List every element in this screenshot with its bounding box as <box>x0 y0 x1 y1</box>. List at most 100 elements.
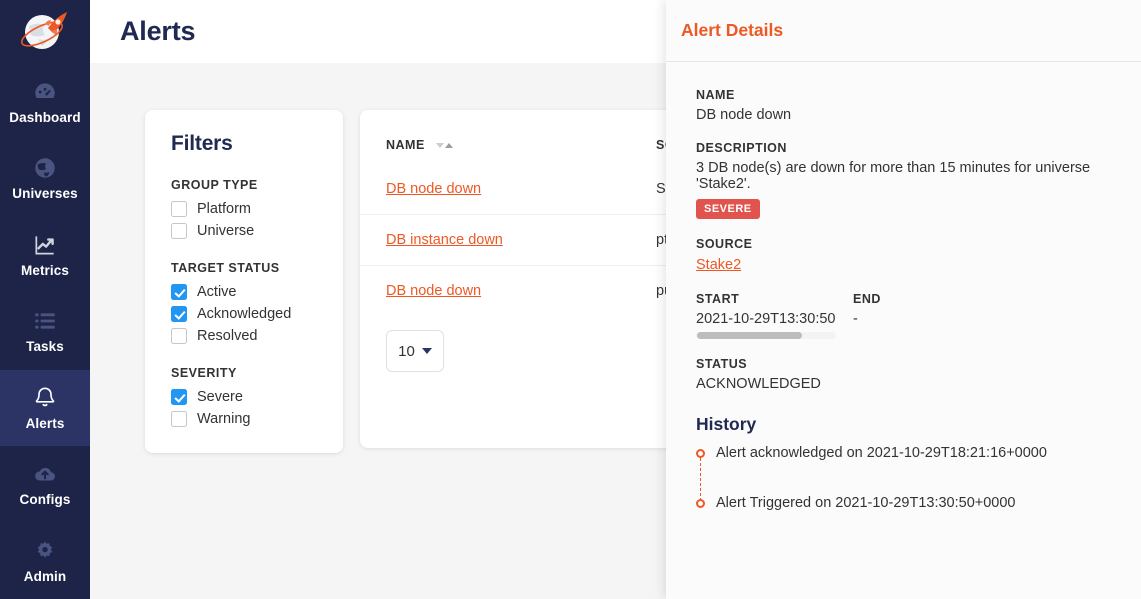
detail-field-source: SOURCE Stake2 <box>696 237 1111 274</box>
gear-icon <box>32 538 58 564</box>
table-cell-name: DB instance down <box>360 215 630 266</box>
filters-panel: Filters GROUP TYPE Platform Universe TAR… <box>145 110 343 453</box>
scrollbar-thumb[interactable] <box>697 332 802 339</box>
checkbox-checked-icon[interactable] <box>171 306 187 322</box>
sidebar: Dashboard Universes Metrics <box>0 0 90 599</box>
history-timeline: Alert acknowledged on 2021-10-29T18:21:1… <box>696 445 1111 545</box>
sidebar-item-metrics[interactable]: Metrics <box>0 217 90 293</box>
timeline-connector-line <box>700 458 701 501</box>
alert-details-panel: Alert Details NAME DB node down DESCRIPT… <box>666 0 1141 599</box>
alerts-page: Dashboard Universes Metrics <box>0 0 1141 599</box>
alert-details-header: Alert Details <box>666 0 1141 62</box>
filter-checkbox-universe[interactable]: Universe <box>171 223 317 239</box>
chevron-down-icon <box>422 348 432 354</box>
page-size-value: 10 <box>398 343 415 360</box>
detail-value: 2021-10-29T13:30:50+0000 <box>696 311 836 327</box>
table-cell-name: DB node down <box>360 266 630 317</box>
sidebar-item-configs[interactable]: Configs <box>0 446 90 522</box>
source-link[interactable]: Stake2 <box>696 257 741 273</box>
checkbox-icon[interactable] <box>171 201 187 217</box>
checkbox-checked-icon[interactable] <box>171 284 187 300</box>
detail-value: ACKNOWLEDGED <box>696 376 1111 392</box>
filter-label: Active <box>197 284 237 300</box>
filter-checkbox-severe[interactable]: Severe <box>171 389 317 405</box>
alert-name-link[interactable]: DB instance down <box>386 232 503 248</box>
sidebar-item-label: Dashboard <box>9 110 80 125</box>
list-icon <box>32 308 58 334</box>
history-item: Alert Triggered on 2021-10-29T13:30:50+0… <box>696 495 1111 545</box>
checkbox-icon[interactable] <box>171 223 187 239</box>
detail-label: DESCRIPTION <box>696 141 1111 155</box>
filter-label: Warning <box>197 411 250 427</box>
sidebar-item-label: Metrics <box>21 263 69 278</box>
sort-desc-icon <box>436 143 444 148</box>
detail-field-status: STATUS ACKNOWLEDGED <box>696 357 1111 392</box>
filter-group-target-status: TARGET STATUS Active Acknowledged Resolv… <box>171 261 317 344</box>
filters-title: Filters <box>171 132 317 156</box>
sidebar-item-universes[interactable]: Universes <box>0 140 90 216</box>
severity-badge: SEVERE <box>696 199 760 219</box>
chart-line-icon <box>32 232 58 258</box>
page-title: Alerts <box>120 16 195 47</box>
filter-group-severity: SEVERITY Severe Warning <box>171 366 317 427</box>
detail-label: START <box>696 292 836 306</box>
filter-group-label: TARGET STATUS <box>171 261 317 275</box>
filter-label: Universe <box>197 223 254 239</box>
sidebar-item-alerts[interactable]: Alerts <box>0 370 90 446</box>
table-cell-name: DB node down <box>360 164 630 215</box>
detail-label: SOURCE <box>696 237 1111 251</box>
timeline-dot-icon <box>696 499 705 508</box>
filter-checkbox-active[interactable]: Active <box>171 284 317 300</box>
alert-name-link[interactable]: DB node down <box>386 283 481 299</box>
cloud-upload-icon <box>32 461 58 487</box>
filter-checkbox-acknowledged[interactable]: Acknowledged <box>171 306 317 322</box>
checkbox-checked-icon[interactable] <box>171 389 187 405</box>
sidebar-item-label: Alerts <box>26 416 65 431</box>
page-size-select[interactable]: 10 <box>386 330 444 372</box>
detail-label: END <box>853 292 993 306</box>
filter-group-label: GROUP TYPE <box>171 178 317 192</box>
filter-group-group-type: GROUP TYPE Platform Universe <box>171 178 317 239</box>
detail-value: - <box>853 311 993 327</box>
start-value-scrollbar[interactable] <box>696 332 836 339</box>
sidebar-item-label: Configs <box>20 492 71 507</box>
checkbox-icon[interactable] <box>171 411 187 427</box>
alert-details-body: NAME DB node down DESCRIPTION 3 DB node(… <box>666 62 1141 545</box>
history-item: Alert acknowledged on 2021-10-29T18:21:1… <box>696 445 1111 495</box>
detail-label: STATUS <box>696 357 1111 371</box>
sidebar-item-label: Universes <box>12 186 77 201</box>
detail-field-start: START 2021-10-29T13:30:50+0000 <box>696 292 836 339</box>
filter-label: Resolved <box>197 328 257 344</box>
globe-icon <box>32 155 58 181</box>
detail-value: 3 DB node(s) are down for more than 15 m… <box>696 160 1111 192</box>
sort-arrows-icon[interactable] <box>436 143 453 148</box>
column-header-name[interactable]: NAME <box>360 110 630 164</box>
sort-asc-icon <box>445 143 453 148</box>
alert-details-title: Alert Details <box>681 20 783 41</box>
yugabyte-rocket-globe-logo <box>15 8 75 56</box>
detail-field-end: END - <box>853 292 993 339</box>
sidebar-item-dashboard[interactable]: Dashboard <box>0 64 90 140</box>
sidebar-item-tasks[interactable]: Tasks <box>0 293 90 369</box>
column-header-label: NAME <box>386 138 425 152</box>
timeline-dot-icon <box>696 449 705 458</box>
dashboard-icon <box>32 79 58 105</box>
filter-label: Platform <box>197 201 251 217</box>
detail-field-name: NAME DB node down <box>696 88 1111 123</box>
filter-checkbox-resolved[interactable]: Resolved <box>171 328 317 344</box>
detail-label: NAME <box>696 88 1111 102</box>
filter-label: Severe <box>197 389 243 405</box>
filter-checkbox-platform[interactable]: Platform <box>171 201 317 217</box>
history-title: History <box>696 414 1111 435</box>
filter-checkbox-warning[interactable]: Warning <box>171 411 317 427</box>
sidebar-item-label: Tasks <box>26 339 64 354</box>
filter-label: Acknowledged <box>197 306 291 322</box>
filter-group-label: SEVERITY <box>171 366 317 380</box>
checkbox-icon[interactable] <box>171 328 187 344</box>
detail-value: DB node down <box>696 107 1111 123</box>
app-logo[interactable] <box>0 0 90 64</box>
detail-field-start-end: START 2021-10-29T13:30:50+0000 END - <box>696 292 1111 339</box>
sidebar-item-label: Admin <box>24 569 67 584</box>
alert-name-link[interactable]: DB node down <box>386 181 481 197</box>
sidebar-item-admin[interactable]: Admin <box>0 522 90 598</box>
